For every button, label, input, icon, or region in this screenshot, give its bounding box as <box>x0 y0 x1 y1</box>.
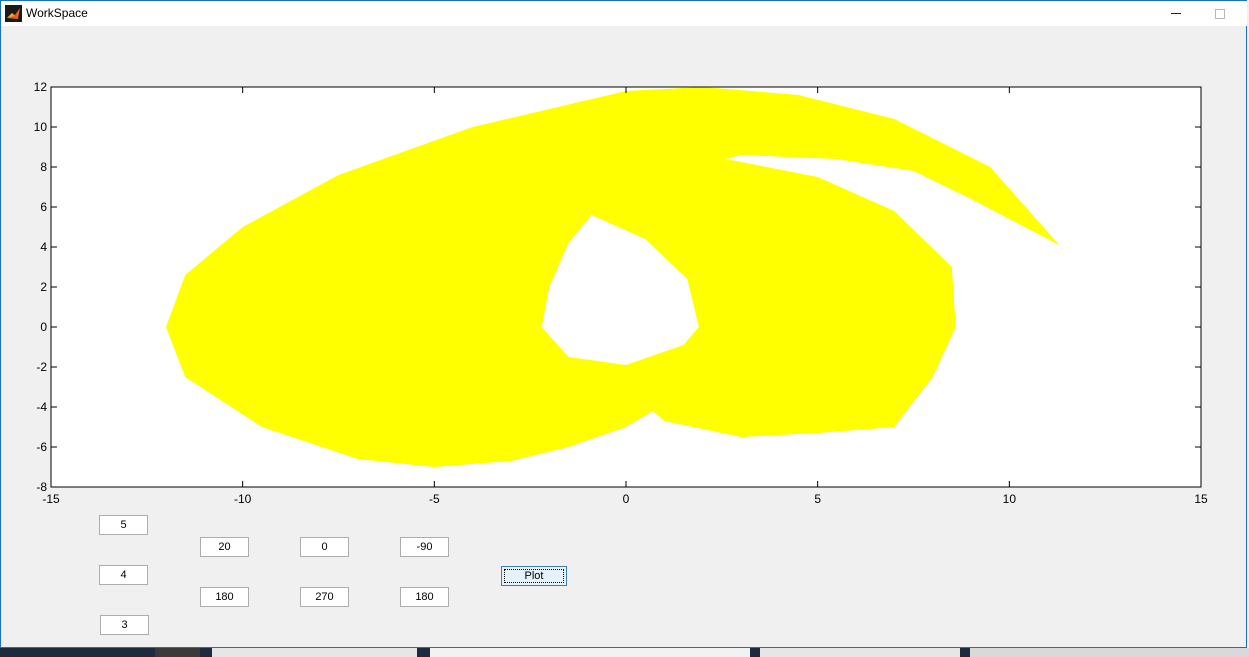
input-field-4[interactable]: 20 <box>200 537 249 557</box>
y-tick-label: 12 <box>34 80 48 94</box>
x-tick-label: -15 <box>42 492 60 506</box>
y-tick-label: -4 <box>36 400 47 414</box>
plot-axes[interactable]: -15 -10 -5 0 5 10 15 12 10 8 6 4 2 0 -2 -4 -6 -8 <box>0 0 1249 520</box>
y-tick-label: -6 <box>36 440 47 454</box>
taskbar-item[interactable] <box>212 648 417 657</box>
input-field-3[interactable]: 3 <box>100 615 149 635</box>
y-tick-label: 0 <box>40 320 47 334</box>
y-tick-label: 6 <box>40 200 47 214</box>
x-tick-label: -10 <box>234 492 252 506</box>
y-tick-label: 8 <box>40 160 47 174</box>
y-tick-label: 10 <box>34 120 48 134</box>
input-field-6[interactable]: 0 <box>300 537 349 557</box>
input-field-8[interactable]: -90 <box>400 537 449 557</box>
y-tick-label: 4 <box>40 240 47 254</box>
taskbar <box>0 648 1249 657</box>
plot-button[interactable]: Plot <box>501 566 567 586</box>
taskbar-item[interactable] <box>430 648 750 657</box>
input-field-2[interactable]: 4 <box>99 565 148 585</box>
x-tick-label: 5 <box>814 492 821 506</box>
x-tick-label: 15 <box>1194 492 1208 506</box>
input-field-1[interactable]: 5 <box>99 515 148 535</box>
taskbar-item[interactable] <box>155 648 200 657</box>
taskbar-item[interactable] <box>970 648 1249 657</box>
input-field-5[interactable]: 180 <box>200 587 249 607</box>
y-tick-label: -2 <box>36 360 47 374</box>
y-tick-label: -8 <box>36 480 47 494</box>
x-tick-label: 0 <box>623 492 630 506</box>
x-tick-label: -5 <box>429 492 440 506</box>
input-field-9[interactable]: 180 <box>400 587 449 607</box>
y-tick-label: 2 <box>40 280 47 294</box>
taskbar-item[interactable] <box>760 648 960 657</box>
x-tick-label: 10 <box>1003 492 1017 506</box>
input-field-7[interactable]: 270 <box>300 587 349 607</box>
